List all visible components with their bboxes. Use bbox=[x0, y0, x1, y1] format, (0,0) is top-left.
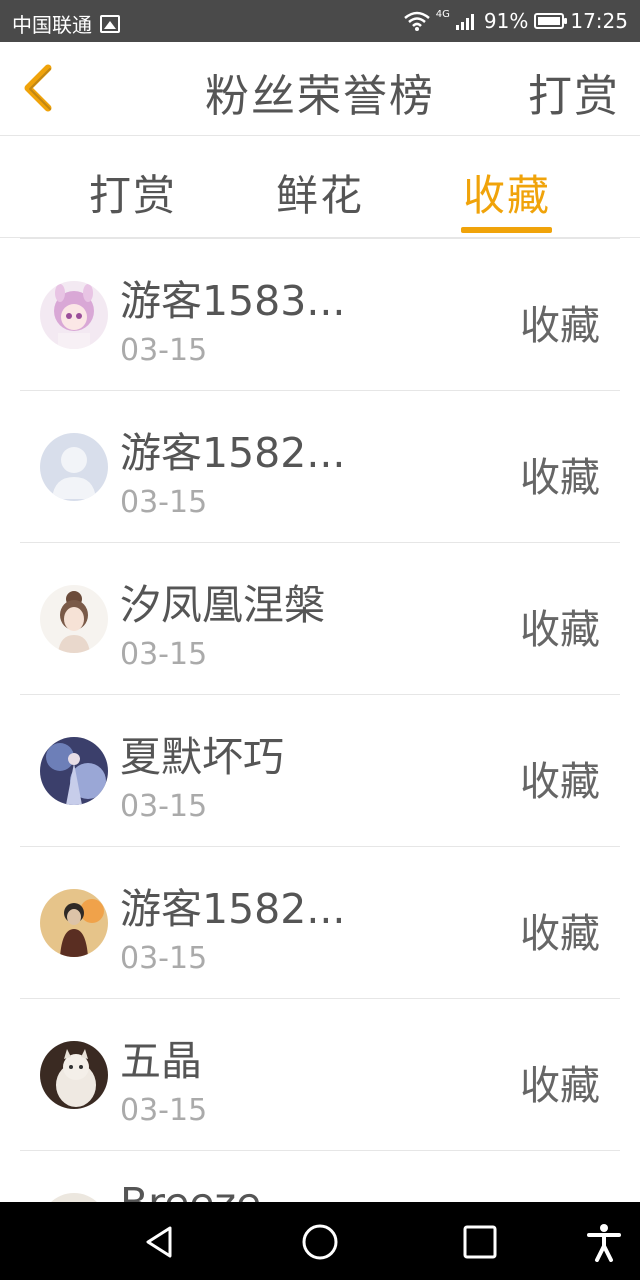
image-notification-icon bbox=[100, 14, 120, 33]
fan-date: 03-15 bbox=[120, 485, 208, 520]
accessibility-icon[interactable] bbox=[584, 1222, 624, 1262]
list-item[interactable]: 五晶 03-15 收藏 bbox=[20, 999, 620, 1151]
fan-name: Breeze bbox=[120, 1179, 262, 1203]
avatar bbox=[40, 737, 108, 805]
fan-name: 游客1583... bbox=[120, 277, 346, 325]
fan-action: 收藏 bbox=[520, 1063, 600, 1109]
battery-icon bbox=[534, 13, 568, 29]
fan-date: 03-15 bbox=[120, 1093, 208, 1128]
fan-date: 03-15 bbox=[120, 333, 208, 368]
fan-date: 03-15 bbox=[120, 789, 208, 824]
fan-name: 五晶 bbox=[120, 1037, 202, 1085]
fan-name: 游客1582... bbox=[120, 429, 346, 477]
system-nav-bar bbox=[0, 1202, 640, 1280]
wifi-icon bbox=[403, 11, 430, 31]
avatar bbox=[40, 585, 108, 653]
fan-action: 收藏 bbox=[520, 759, 600, 805]
reward-button[interactable]: 打赏 bbox=[528, 60, 620, 124]
carrier-name: 中国联通 bbox=[12, 13, 92, 37]
fan-name: 游客1582... bbox=[120, 885, 346, 933]
list-item[interactable]: 夏默坏巧 03-15 收藏 bbox=[20, 695, 620, 847]
tab-reward[interactable]: 打赏 bbox=[89, 162, 177, 223]
fan-action: 收藏 bbox=[520, 911, 600, 957]
fan-list[interactable]: 游客1583... 03-15 收藏 游客1582... 03-15 收藏 汐凤… bbox=[20, 238, 620, 1203]
signal-icon bbox=[455, 14, 474, 30]
list-item[interactable]: Breeze bbox=[20, 1151, 620, 1203]
network-type: 4G bbox=[435, 9, 450, 20]
fan-action: 收藏 bbox=[520, 455, 600, 501]
fan-action: 收藏 bbox=[520, 303, 600, 349]
fan-date: 03-15 bbox=[120, 637, 208, 672]
status-bar: 中国联通 4G 91% 17:25 bbox=[0, 0, 640, 42]
list-item[interactable]: 游客1582... 03-15 收藏 bbox=[20, 847, 620, 999]
fan-action: 收藏 bbox=[520, 607, 600, 653]
fan-name: 汐凤凰涅槃 bbox=[120, 581, 325, 629]
avatar bbox=[40, 1041, 108, 1109]
fan-date: 03-15 bbox=[120, 941, 208, 976]
app-header: 粉丝荣誉榜 打赏 bbox=[0, 42, 640, 136]
clock: 17:25 bbox=[570, 9, 628, 33]
square-recents-icon[interactable] bbox=[460, 1222, 500, 1262]
battery-percent: 91% bbox=[483, 9, 529, 33]
avatar bbox=[40, 889, 108, 957]
list-item[interactable]: 游客1582... 03-15 收藏 bbox=[20, 391, 620, 543]
list-item[interactable]: 汐凤凰涅槃 03-15 收藏 bbox=[20, 543, 620, 695]
tab-favorites[interactable]: 收藏 bbox=[463, 162, 551, 223]
triangle-back-icon[interactable] bbox=[140, 1222, 180, 1262]
avatar bbox=[40, 433, 108, 501]
active-tab-indicator bbox=[461, 227, 552, 233]
circle-home-icon[interactable] bbox=[300, 1222, 340, 1262]
avatar bbox=[40, 281, 108, 349]
tab-flowers[interactable]: 鲜花 bbox=[276, 162, 364, 223]
tab-bar: 打赏 鲜花 收藏 bbox=[0, 136, 640, 238]
list-item[interactable]: 游客1583... 03-15 收藏 bbox=[20, 239, 620, 391]
fan-name: 夏默坏巧 bbox=[120, 733, 284, 781]
